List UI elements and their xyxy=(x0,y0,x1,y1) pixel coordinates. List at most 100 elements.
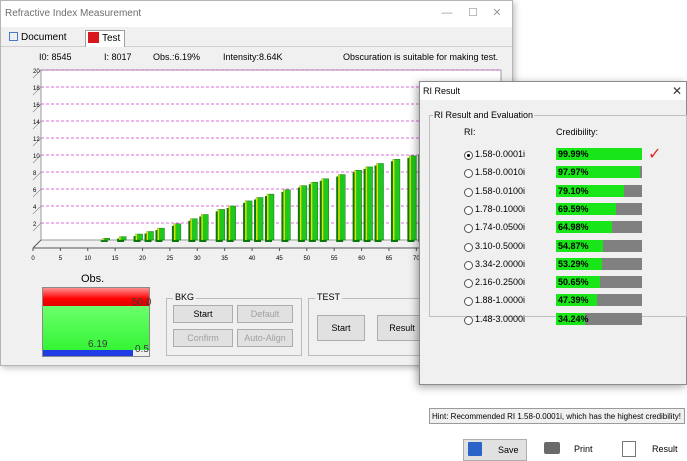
ri-radio[interactable] xyxy=(464,187,473,197)
ri-result-row[interactable]: 1.48-3.0000i 34.24% xyxy=(420,312,686,330)
bar-highlight xyxy=(376,163,379,240)
bkg-start-button[interactable]: Start xyxy=(173,305,233,323)
result-button-label: Result xyxy=(652,444,678,454)
y-tick-label: 2 xyxy=(33,222,37,228)
ri-result-row[interactable]: 2.16-0.2500i 50.65% xyxy=(420,276,686,293)
x-tick-label: 40 xyxy=(249,256,256,261)
x-tick-label: 50 xyxy=(303,256,310,261)
ri-value: 3.34-2.0000i xyxy=(475,258,526,269)
credibility-bar: 79.10% xyxy=(556,184,642,197)
bkg-confirm-button[interactable]: Confirm xyxy=(173,329,233,347)
ri-result-row[interactable]: 1.74-0.0500i 64.98% xyxy=(420,221,686,238)
ri-radio[interactable] xyxy=(464,242,473,252)
obs-level-bar xyxy=(43,350,133,356)
test-group-label: TEST xyxy=(315,292,343,302)
bar-highlight xyxy=(365,166,368,240)
ri-value: 2.16-0.2500i xyxy=(475,277,526,288)
ri-result-row[interactable]: 1.78-0.1000i 69.59% xyxy=(420,202,686,220)
ri-result-row[interactable]: 1.58-0.0010i 97.97% xyxy=(420,166,686,183)
ri-group-label: RI Result and Evaluation xyxy=(433,110,535,120)
ri-result-row[interactable]: 3.34-2.0000i 53.29% xyxy=(420,257,686,275)
y-tick-label: 4 xyxy=(33,205,37,211)
print-button-label: Print xyxy=(574,444,593,454)
minimize-button[interactable]: — xyxy=(437,6,457,20)
bar-highlight xyxy=(338,174,340,240)
bar-highlight xyxy=(245,200,247,240)
test-icon xyxy=(88,32,99,43)
x-tick-label: 10 xyxy=(84,256,91,261)
tab-document[interactable]: Document xyxy=(9,31,67,45)
credibility-bar: 64.98% xyxy=(556,221,642,234)
ri-radio[interactable] xyxy=(464,151,473,160)
credibility-value: 34.24% xyxy=(558,313,589,324)
ri-radio[interactable] xyxy=(464,260,473,270)
save-button[interactable]: Save xyxy=(463,439,527,461)
ri-radio[interactable] xyxy=(464,297,473,307)
bar-highlight xyxy=(102,238,105,240)
credibility-bar: 47.39% xyxy=(556,294,642,307)
bar-highlight xyxy=(310,182,313,240)
x-tick-label: 5 xyxy=(59,256,63,261)
tab-test[interactable]: Test xyxy=(85,30,126,47)
ri-radio[interactable] xyxy=(464,205,473,215)
bar-highlight xyxy=(135,234,138,240)
ri-value: 1.58-0.0100i xyxy=(475,185,526,196)
close-button[interactable]: ✕ xyxy=(487,6,507,20)
bkg-group-label: BKG xyxy=(173,292,197,302)
credibility-bar: 53.29% xyxy=(556,257,642,270)
ri-close-button[interactable]: ✕ xyxy=(672,84,682,98)
x-tick-label: 30 xyxy=(194,256,201,261)
ri-radio[interactable] xyxy=(464,169,473,179)
print-button[interactable]: Print xyxy=(542,439,606,461)
credibility-column-header: Credibility: xyxy=(556,127,599,137)
obs-gauge: 50.0 6.19 0.5 xyxy=(42,287,151,357)
hint-text: Hint: Recommended RI 1.58-0.0001i, which… xyxy=(429,408,685,424)
bar-highlight xyxy=(119,236,121,240)
credibility-bar: 34.24% xyxy=(556,312,642,325)
x-tick-label: 45 xyxy=(276,256,283,261)
ri-result-row[interactable]: 1.88-1.0000i 47.39% xyxy=(420,294,686,311)
bar-highlight xyxy=(190,218,192,240)
ri-result-row[interactable]: 3.10-0.5000i 54.87% xyxy=(420,239,686,257)
credibility-value: 99.99% xyxy=(558,149,589,159)
ri-dialog-title: RI Result xyxy=(423,86,461,96)
y-tick-label: 16 xyxy=(33,103,40,109)
credibility-bar: 69.59% xyxy=(556,202,642,215)
bar-highlight xyxy=(409,155,411,240)
ri-value: 1.58-0.0010i xyxy=(475,167,526,178)
bar-highlight xyxy=(299,185,302,240)
status-message: Obscuration is suitable for making test. xyxy=(343,52,499,62)
credibility-value: 69.59% xyxy=(558,203,589,214)
i0-readout: I0: 8545 xyxy=(39,52,72,62)
obs-title: Obs. xyxy=(81,273,105,285)
x-tick-label: 15 xyxy=(112,256,119,261)
x-tick-label: 25 xyxy=(167,256,174,261)
maximize-button[interactable]: ☐ xyxy=(463,6,483,20)
credibility-bar: 97.97% xyxy=(556,166,642,179)
y-tick-label: 18 xyxy=(33,86,40,92)
test-start-button[interactable]: Start xyxy=(317,315,365,341)
bar-highlight xyxy=(157,228,159,240)
result-button[interactable]: Result xyxy=(620,439,684,461)
ri-radio[interactable] xyxy=(464,315,473,325)
x-tick-label: 55 xyxy=(331,256,338,261)
credibility-value: 97.97% xyxy=(558,167,589,178)
bar-highlight xyxy=(146,231,149,240)
save-button-label: Save xyxy=(498,445,519,455)
credibility-value: 79.10% xyxy=(558,185,589,196)
credibility-value: 50.65% xyxy=(558,277,589,288)
bar-highlight xyxy=(321,178,324,240)
bar-highlight xyxy=(267,194,269,240)
auto-align-button[interactable]: Auto-Align xyxy=(237,329,293,347)
ri-radio[interactable] xyxy=(464,279,473,289)
intensity-readout: Intensity:8.64K xyxy=(223,52,283,62)
ri-radio[interactable] xyxy=(464,224,473,234)
credibility-value: 64.98% xyxy=(558,222,589,233)
printer-icon xyxy=(544,442,560,454)
i-readout: I: 8017 xyxy=(104,52,132,62)
bkg-group: BKG Start Default Confirm Auto-Align xyxy=(166,292,302,356)
bkg-default-button[interactable]: Default xyxy=(237,305,293,323)
ri-result-row[interactable]: 1.58-0.0100i 79.10% xyxy=(420,184,686,202)
x-tick-label: 35 xyxy=(221,256,228,261)
ri-result-row[interactable]: 1.58-0.0001i 99.99% ✓ xyxy=(420,146,686,165)
